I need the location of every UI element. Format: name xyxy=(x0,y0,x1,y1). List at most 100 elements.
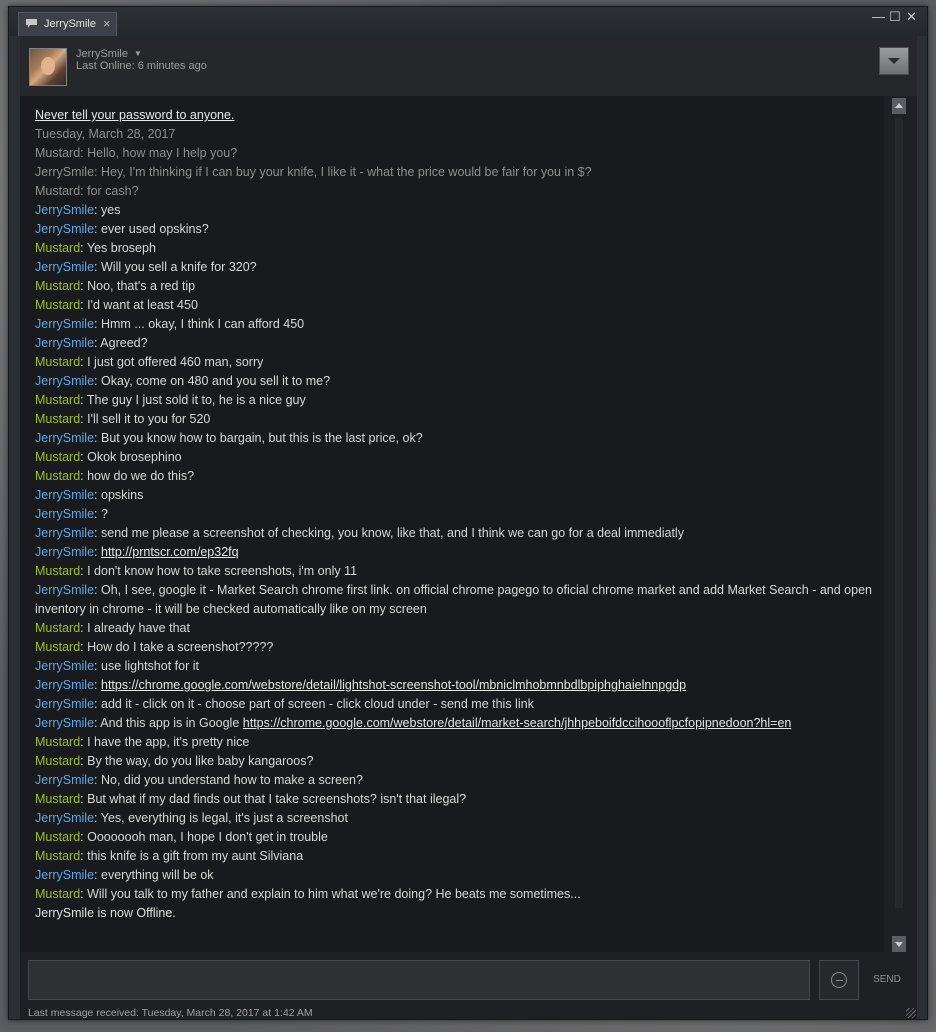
last-online-status: Last Online: 6 minutes ago xyxy=(76,60,207,72)
message-sender[interactable]: Mustard xyxy=(35,792,80,806)
message-sender[interactable]: Mustard xyxy=(35,469,80,483)
message-sender[interactable]: Mustard xyxy=(35,564,80,578)
message-text: : xyxy=(94,545,101,559)
chat-message: Mustard: how do we do this? xyxy=(35,467,876,486)
message-sender[interactable]: JerrySmile xyxy=(35,222,94,236)
chat-window: JerrySmile × — ☐ ✕ JerrySmile ▼ Last Onl… xyxy=(8,6,928,1020)
chat-log[interactable]: Never tell your password to anyone. Tues… xyxy=(20,96,884,952)
chat-message: Mustard: Hello, how may I help you? xyxy=(35,144,876,163)
chat-message: JerrySmile: Okay, come on 480 and you se… xyxy=(35,372,876,391)
message-text: : Agreed? xyxy=(94,336,148,350)
minimize-icon[interactable]: — xyxy=(872,9,885,24)
message-sender[interactable]: Mustard xyxy=(35,450,80,464)
message-sender[interactable]: Mustard xyxy=(35,393,80,407)
message-text: : Yes, everything is legal, it's just a … xyxy=(94,811,348,825)
chat-message: JerrySmile: send me please a screenshot … xyxy=(35,524,876,543)
scroll-down-icon[interactable] xyxy=(892,936,906,952)
chat-date: Tuesday, March 28, 2017 xyxy=(35,127,176,141)
message-text: : send me please a screenshot of checkin… xyxy=(94,526,684,540)
chat-message: Mustard: By the way, do you like baby ka… xyxy=(35,752,876,771)
message-text: : I don't know how to take screenshots, … xyxy=(80,564,358,578)
message-text: : Hey, I'm thinking if I can buy your kn… xyxy=(94,165,592,179)
message-sender[interactable]: JerrySmile xyxy=(35,526,94,540)
message-text: : Will you talk to my father and explain… xyxy=(80,887,581,901)
message-text: : use lightshot for it xyxy=(94,659,199,673)
message-text: : Noo, that's a red tip xyxy=(80,279,196,293)
message-sender[interactable]: Mustard xyxy=(35,146,80,160)
message-text: : xyxy=(94,678,101,692)
message-sender[interactable]: JerrySmile xyxy=(35,583,94,597)
message-sender[interactable]: JerrySmile xyxy=(35,678,94,692)
chat-message: JerrySmile: Agreed? xyxy=(35,334,876,353)
message-text: : I just got offered 460 man, sorry xyxy=(80,355,264,369)
message-sender[interactable]: Mustard xyxy=(35,754,80,768)
message-text: : add it - click on it - choose part of … xyxy=(94,697,534,711)
message-sender[interactable]: Mustard xyxy=(35,279,80,293)
message-sender[interactable]: JerrySmile xyxy=(35,336,94,350)
message-text: : Oh, I see, google it - Market Search c… xyxy=(35,583,872,616)
chat-content: JerrySmile ▼ Last Online: 6 minutes ago … xyxy=(20,36,917,1019)
chat-message: Mustard: Yes broseph xyxy=(35,239,876,258)
message-sender[interactable]: JerrySmile xyxy=(35,811,94,825)
message-sender[interactable]: JerrySmile xyxy=(35,659,94,673)
message-sender[interactable]: Mustard xyxy=(35,412,80,426)
message-link[interactable]: https://chrome.google.com/webstore/detai… xyxy=(101,678,686,692)
message-text: : I already have that xyxy=(80,621,190,635)
message-sender[interactable]: Mustard xyxy=(35,849,80,863)
chat-message: JerrySmile: yes xyxy=(35,201,876,220)
message-link[interactable]: https://chrome.google.com/webstore/detai… xyxy=(243,716,792,730)
message-sender[interactable]: Mustard xyxy=(35,621,80,635)
message-text: : Yes broseph xyxy=(80,241,156,255)
message-sender[interactable]: Mustard xyxy=(35,298,80,312)
message-sender[interactable]: JerrySmile xyxy=(35,488,94,502)
message-text: : everything will be ok xyxy=(94,868,214,882)
message-sender[interactable]: JerrySmile xyxy=(35,773,94,787)
message-sender[interactable]: JerrySmile xyxy=(35,431,94,445)
chat-message: Mustard: this knife is a gift from my au… xyxy=(35,847,876,866)
message-sender[interactable]: Mustard xyxy=(35,241,80,255)
friend-name[interactable]: JerrySmile xyxy=(76,48,128,60)
scroll-track[interactable] xyxy=(895,118,903,908)
message-sender[interactable]: JerrySmile xyxy=(35,203,94,217)
message-input[interactable] xyxy=(29,961,809,999)
message-text: : how do we do this? xyxy=(80,469,195,483)
message-input-box[interactable] xyxy=(28,960,810,1000)
message-sender[interactable]: JerrySmile xyxy=(35,317,94,331)
chat-message: Mustard: The guy I just sold it to, he i… xyxy=(35,391,876,410)
chat-tab[interactable]: JerrySmile × xyxy=(18,12,117,36)
message-sender[interactable]: JerrySmile xyxy=(35,716,94,730)
maximize-icon[interactable]: ☐ xyxy=(889,9,901,25)
scroll-up-icon[interactable] xyxy=(892,98,906,114)
message-sender[interactable]: Mustard xyxy=(35,735,80,749)
message-sender[interactable]: JerrySmile xyxy=(35,260,94,274)
close-icon[interactable]: ✕ xyxy=(906,9,917,25)
avatar[interactable] xyxy=(29,48,67,86)
password-warning-link[interactable]: Never tell your password to anyone. xyxy=(35,106,876,125)
message-sender[interactable]: JerrySmile xyxy=(35,507,94,521)
message-sender[interactable]: Mustard xyxy=(35,355,80,369)
message-sender[interactable]: Mustard xyxy=(35,640,80,654)
emoticon-button[interactable] xyxy=(819,960,859,1000)
message-sender[interactable]: JerrySmile xyxy=(35,165,94,179)
message-sender[interactable]: Mustard xyxy=(35,887,80,901)
last-message-status: Last message received: Tuesday, March 28… xyxy=(28,1007,313,1019)
message-sender[interactable]: Mustard xyxy=(35,830,80,844)
chat-scrollbar[interactable] xyxy=(892,98,906,952)
message-sender[interactable]: Mustard xyxy=(35,184,80,198)
message-sender[interactable]: JerrySmile xyxy=(35,374,94,388)
message-sender[interactable]: JerrySmile xyxy=(35,868,94,882)
tab-close-icon[interactable]: × xyxy=(103,16,111,31)
chat-message: Mustard: Oooooooh man, I hope I don't ge… xyxy=(35,828,876,847)
name-dropdown-icon[interactable]: ▼ xyxy=(134,49,142,58)
chat-message: JerrySmile: opskins xyxy=(35,486,876,505)
message-sender[interactable]: JerrySmile xyxy=(35,545,94,559)
message-link[interactable]: http://prntscr.com/ep32fq xyxy=(101,545,239,559)
message-text: : opskins xyxy=(94,488,144,502)
chat-message: JerrySmile: Hey, I'm thinking if I can b… xyxy=(35,163,876,182)
resize-grip-icon[interactable] xyxy=(906,1008,916,1018)
chat-options-button[interactable] xyxy=(879,47,909,75)
title-bar[interactable]: JerrySmile × — ☐ ✕ xyxy=(9,7,927,36)
message-text: : Hmm ... okay, I think I can afford 450 xyxy=(94,317,305,331)
send-button[interactable]: SEND xyxy=(865,960,909,1000)
message-sender[interactable]: JerrySmile xyxy=(35,697,94,711)
